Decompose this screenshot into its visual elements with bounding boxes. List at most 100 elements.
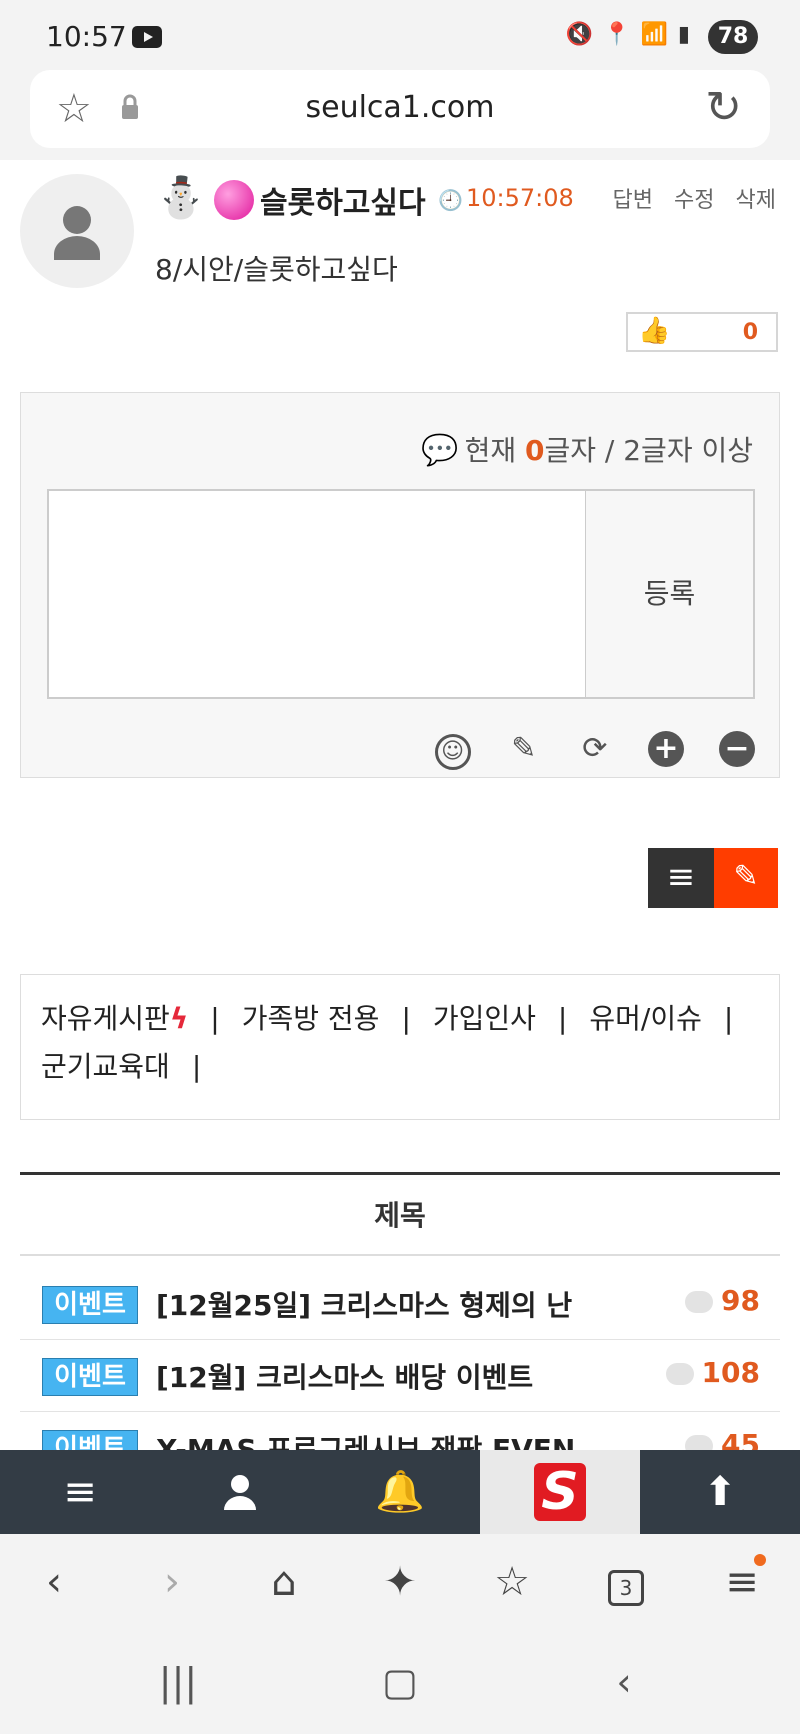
comment-count-value: 108	[701, 1356, 760, 1389]
home-button[interactable]: ⌂	[254, 1552, 314, 1612]
divider: |	[557, 1002, 568, 1035]
submit-button[interactable]: 등록	[585, 489, 755, 699]
smile-icon[interactable]: ☺	[434, 734, 471, 770]
hamburger-icon: ≡	[725, 1559, 759, 1605]
comment-count: 108	[665, 1356, 760, 1389]
table-row[interactable]: 이벤트 [12월25일] 크리스마스 형제의 난 98	[20, 1268, 780, 1340]
post-title[interactable]: [12월25일] 크리스마스 형제의 난	[156, 1284, 606, 1324]
star-list-icon: ☆	[494, 1559, 530, 1605]
comment-actions: 답변 수정 삭제	[599, 182, 776, 214]
arrow-up-icon: ⬆	[703, 1469, 737, 1515]
post-title[interactable]: X-MAS 프로그레시브 잭팟 EVENT 안…	[156, 1428, 606, 1450]
edit-button[interactable]: 수정	[674, 188, 714, 213]
user-icon	[224, 1475, 256, 1510]
reply-button[interactable]: 답변	[613, 188, 653, 213]
menu-button[interactable]: ≡	[0, 1450, 160, 1534]
comment-bubble-icon	[685, 1291, 714, 1313]
delete-button[interactable]: 삭제	[736, 188, 776, 213]
category-greetings[interactable]: 가입인사	[433, 995, 536, 1043]
comment-bubble-icon	[665, 1363, 694, 1385]
home-logo-button[interactable]: S	[480, 1450, 640, 1534]
category-menu: 자유게시판ϟ | 가족방 전용 | 가입인사 | 유머/이슈 | 군기교육대 |	[20, 974, 780, 1120]
divider: |	[210, 1002, 220, 1035]
level-badge-icon	[214, 180, 254, 220]
comment-text: 8/시안/슬롯하고싶다	[155, 253, 398, 286]
address-bar[interactable]: ☆ seulca1.com ↻	[30, 70, 770, 148]
clock-icon: 🕘	[438, 188, 463, 212]
counter-suffix: 글자 / 2글자 이상	[544, 434, 753, 467]
browser-menu-button[interactable]: ≡	[712, 1552, 772, 1612]
category-free-board[interactable]: 자유게시판ϟ	[41, 995, 188, 1043]
pencil-icon[interactable]: ✎	[506, 731, 542, 767]
lightning-icon: ϟ	[169, 1002, 189, 1035]
minus-icon[interactable]: −	[719, 731, 755, 767]
assistant-button[interactable]: ✦	[370, 1552, 430, 1612]
reload-icon[interactable]: ↻	[705, 82, 742, 133]
url-text[interactable]: seulca1.com	[30, 90, 770, 125]
post-title[interactable]: [12월] 크리스마스 배당 이벤트	[156, 1356, 606, 1396]
comment-bubble-icon	[685, 1435, 714, 1450]
thumbs-up-icon: 👍	[638, 316, 671, 346]
sparkle-icon: ✦	[383, 1559, 417, 1605]
site-bottom-nav: ≡ 🔔 S ⬆	[0, 1450, 800, 1534]
category-discipline[interactable]: 군기교육대	[41, 1043, 170, 1091]
system-nav-bar: ||| ▢ ‹	[0, 1634, 800, 1734]
refresh-icon[interactable]: ⟳	[577, 731, 613, 767]
notifications-button[interactable]: 🔔	[320, 1450, 480, 1534]
comment-count-value: 45	[721, 1428, 760, 1450]
bell-icon: 🔔	[375, 1469, 425, 1515]
table-row[interactable]: 이벤트 [12월] 크리스마스 배당 이벤트 108	[20, 1340, 780, 1412]
write-button[interactable]: ✎	[714, 848, 778, 908]
status-time: 10:57	[46, 20, 127, 53]
recent-apps-icon: |||	[158, 1660, 198, 1704]
home-icon: ⌂	[271, 1559, 297, 1605]
comment-count: 45	[685, 1428, 760, 1450]
category-family[interactable]: 가족방 전용	[242, 995, 380, 1043]
hamburger-icon: ≡	[63, 1469, 97, 1515]
comment-input[interactable]	[47, 489, 587, 699]
like-button[interactable]: 👍 0	[626, 312, 778, 352]
counter-value: 0	[525, 434, 545, 467]
recent-apps-button[interactable]: |||	[148, 1660, 208, 1710]
pencil-icon: ✎	[733, 859, 759, 894]
notification-dot	[754, 1554, 766, 1566]
table-header: 제목	[20, 1172, 780, 1256]
user-icon	[54, 206, 100, 260]
browser-toolbar: ‹ › ⌂ ✦ ☆ 3 ≡	[0, 1534, 800, 1634]
category-label: 자유게시판	[41, 1002, 170, 1035]
comment-editor: 💬 현재 0글자 / 2글자 이상 등록 ☺ ✎ ⟳ + −	[20, 392, 780, 778]
rounded-square-icon: ▢	[382, 1660, 418, 1704]
plus-icon[interactable]: +	[647, 731, 684, 767]
event-badge: 이벤트	[42, 1358, 138, 1396]
chevron-right-icon: ›	[164, 1559, 180, 1605]
comment-time: 10:57:08	[466, 184, 574, 212]
scroll-top-button[interactable]: ⬆	[640, 1450, 800, 1534]
battery-indicator: 78	[708, 20, 758, 54]
chevron-left-icon: ‹	[46, 1559, 62, 1605]
forward-button[interactable]: ›	[142, 1552, 202, 1612]
back-button[interactable]: ‹	[24, 1552, 84, 1612]
category-humor[interactable]: 유머/이슈	[589, 995, 701, 1043]
bookmarks-button[interactable]: ☆	[482, 1552, 542, 1612]
menu-icon: ≡	[666, 857, 696, 897]
like-count: 0	[742, 320, 758, 345]
table-row[interactable]: 이벤트 X-MAS 프로그레시브 잭팟 EVENT 안… 45	[20, 1412, 780, 1450]
site-logo-icon: S	[534, 1463, 586, 1521]
tabs-button[interactable]: 3	[596, 1552, 656, 1612]
comment-count: 98	[685, 1284, 760, 1317]
char-counter: 💬 현재 0글자 / 2글자 이상	[421, 429, 753, 469]
page-content: ⛄ 슬롯하고싶다 🕘 10:57:08 답변 수정 삭제 8/시안/슬롯하고싶다…	[0, 160, 800, 1450]
youtube-icon	[132, 26, 162, 48]
event-badge: 이벤트	[42, 1286, 138, 1324]
list-button[interactable]: ≡	[648, 848, 714, 908]
system-back-button[interactable]: ‹	[594, 1660, 654, 1710]
event-badge: 이벤트	[42, 1430, 138, 1450]
comment-author[interactable]: 슬롯하고싶다	[260, 178, 426, 222]
snowman-icon: ⛄	[156, 175, 206, 221]
comment-count-value: 98	[721, 1284, 760, 1317]
divider: |	[723, 1002, 734, 1035]
status-bar: 10:57 🔇📍📶▮ 78	[0, 0, 800, 70]
counter-prefix: 현재	[464, 434, 525, 467]
profile-button[interactable]	[160, 1450, 320, 1534]
system-home-button[interactable]: ▢	[370, 1660, 430, 1710]
